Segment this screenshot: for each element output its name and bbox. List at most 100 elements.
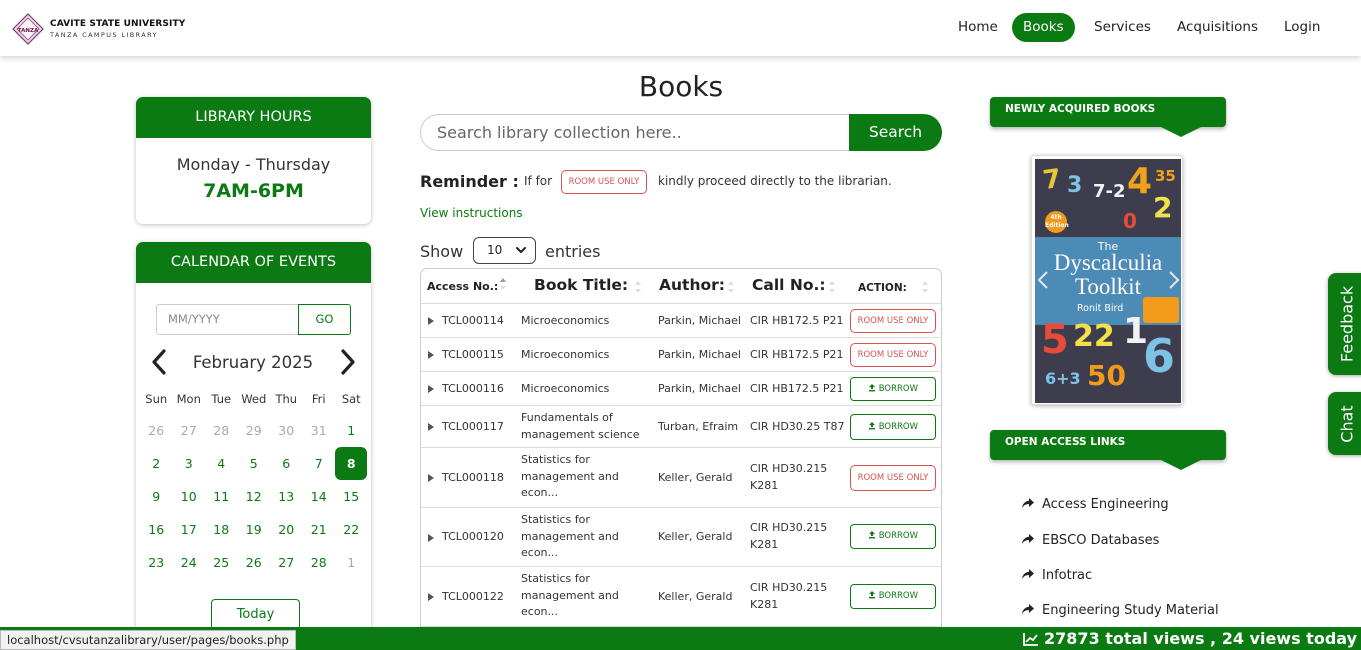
borrow-button[interactable]: BORROW (850, 414, 936, 440)
calendar-day[interactable]: 22 (335, 513, 368, 546)
cell-call-no: CIR HD30.215 K281 (750, 520, 827, 553)
calendar-day[interactable]: 31 (303, 414, 336, 447)
table-row[interactable]: TCL000122 Statistics for management and … (421, 567, 941, 627)
calendar-day[interactable]: 29 (238, 414, 271, 447)
weekday-label: Sun (145, 392, 168, 406)
open-access-link[interactable]: Infotrac (1021, 568, 1092, 583)
table-row[interactable]: TCL000118 Statistics for management and … (421, 448, 941, 508)
calendar-day[interactable]: 12 (238, 480, 271, 513)
calendar-day[interactable]: 26 (238, 546, 271, 579)
open-access-link[interactable]: EBSCO Databases (1021, 533, 1159, 548)
ribbon-tip (1161, 460, 1201, 470)
nav-services[interactable]: Services (1083, 13, 1162, 42)
nav-books[interactable]: Books (1012, 13, 1075, 42)
book-author: Ronit Bird (1077, 303, 1124, 314)
book-cover-art: 7 3 7-2 4 35 2 0 4th Edition The Dyscalc… (1035, 159, 1181, 403)
chat-tab[interactable]: Chat (1328, 392, 1361, 455)
table-row[interactable]: TCL000120 Statistics for management and … (421, 508, 941, 567)
calendar-day[interactable]: 30 (270, 414, 303, 447)
library-hours-card: LIBRARY HOURS Monday - Thursday 7AM-6PM (136, 97, 371, 224)
calendar-day[interactable]: 2 (140, 447, 173, 480)
col-book-title[interactable]: Book Title: (534, 277, 628, 294)
table-row[interactable]: TCL000115 Microeconomics Parkin, Michael… (421, 338, 941, 372)
calendar-day[interactable]: 6 (270, 447, 303, 480)
sort-icon[interactable] (921, 280, 929, 294)
search-input[interactable]: Search library collection here.. (420, 114, 860, 151)
upload-icon (869, 384, 875, 392)
expand-row-icon[interactable] (428, 351, 434, 359)
cell-title-line: management and (521, 469, 619, 483)
month-year-input[interactable]: MM/YYYY (156, 304, 299, 335)
borrow-button[interactable]: BORROW (850, 584, 936, 609)
carousel-prev-icon[interactable] (1037, 270, 1049, 290)
today-button[interactable]: Today (211, 599, 300, 630)
calendar-day[interactable]: 19 (238, 513, 271, 546)
calendar-day[interactable]: 18 (205, 513, 238, 546)
expand-row-icon[interactable] (428, 385, 434, 393)
calendar-day-today[interactable]: 8 (335, 447, 368, 480)
calendar-day[interactable]: 9 (140, 480, 173, 513)
feedback-tab-label: Feedback (1337, 285, 1357, 363)
university-logo[interactable]: TANZA (12, 13, 44, 45)
expand-row-icon[interactable] (428, 474, 434, 482)
nav-home[interactable]: Home (947, 13, 1009, 42)
calendar-day[interactable]: 1 (335, 546, 368, 579)
sort-icon[interactable] (828, 280, 836, 294)
nav-login[interactable]: Login (1273, 13, 1331, 42)
borrow-button[interactable]: BORROW (850, 524, 936, 549)
go-button[interactable]: GO (298, 304, 351, 335)
expand-row-icon[interactable] (428, 534, 434, 542)
calendar-day[interactable]: 20 (270, 513, 303, 546)
expand-row-icon[interactable] (428, 423, 434, 431)
calendar-day[interactable]: 13 (270, 480, 303, 513)
feedback-tab[interactable]: Feedback (1328, 273, 1361, 375)
calendar-day[interactable]: 16 (140, 513, 173, 546)
calendar-day[interactable]: 28 (303, 546, 336, 579)
calendar-day[interactable]: 27 (173, 414, 206, 447)
calendar-day[interactable]: 24 (173, 546, 206, 579)
carousel-next-icon[interactable] (1168, 270, 1180, 290)
open-access-link[interactable]: Engineering Study Material (1021, 603, 1219, 618)
cell-title: Statistics for management and econ... (521, 452, 619, 502)
weekday-label: Tue (211, 392, 232, 406)
col-author[interactable]: Author: (659, 277, 725, 294)
nav-acquisitions[interactable]: Acquisitions (1166, 13, 1269, 42)
table-row[interactable]: TCL000114 Microeconomics Parkin, Michael… (421, 304, 941, 338)
calendar-day[interactable]: 28 (205, 414, 238, 447)
calendar-day[interactable]: 23 (140, 546, 173, 579)
col-call-no[interactable]: Call No.: (752, 277, 826, 294)
calendar-day[interactable]: 26 (140, 414, 173, 447)
sort-icon[interactable] (499, 277, 507, 291)
open-access-link[interactable]: Access Engineering (1021, 497, 1169, 512)
table-row[interactable]: TCL000116 Microeconomics Parkin, Michael… (421, 372, 941, 406)
sort-icon[interactable] (727, 280, 735, 294)
calendar-day[interactable]: 4 (205, 447, 238, 480)
borrow-button[interactable]: BORROW (850, 377, 936, 401)
calendar-day[interactable]: 10 (173, 480, 206, 513)
view-instructions-link[interactable]: View instructions (420, 206, 523, 220)
calendar-day[interactable]: 27 (270, 546, 303, 579)
book-cover[interactable]: 7 3 7-2 4 35 2 0 4th Edition The Dyscalc… (1031, 155, 1183, 405)
search-button[interactable]: Search (849, 114, 942, 151)
calendar-day[interactable]: 1 (335, 414, 368, 447)
calendar-day[interactable]: 7 (303, 447, 336, 480)
books-table: Access No.: Book Title: Author: Call No.… (420, 268, 942, 638)
calendar-day[interactable]: 17 (173, 513, 206, 546)
calendar-day[interactable]: 21 (303, 513, 336, 546)
calendar-day[interactable]: 11 (205, 480, 238, 513)
calendar-day[interactable]: 5 (238, 447, 271, 480)
calendar-day[interactable]: 3 (173, 447, 206, 480)
calendar-day[interactable]: 25 (205, 546, 238, 579)
expand-row-icon[interactable] (428, 317, 434, 325)
col-access-no[interactable]: Access No.: (427, 279, 498, 296)
today-day-number[interactable]: 8 (335, 447, 368, 480)
calendar-day[interactable]: 14 (303, 480, 336, 513)
calendar-day[interactable]: 15 (335, 480, 368, 513)
book-title-band: The Dyscalculia Toolkit Ronit Bird (1035, 237, 1181, 325)
expand-row-icon[interactable] (428, 593, 434, 601)
cell-call-line: K281 (750, 537, 779, 551)
sort-icon[interactable] (634, 280, 642, 294)
chevron-right-icon[interactable] (338, 348, 358, 376)
cell-title-line: Statistics for (521, 453, 590, 466)
table-row[interactable]: TCL000117 Fundamentals of management sci… (421, 406, 941, 448)
